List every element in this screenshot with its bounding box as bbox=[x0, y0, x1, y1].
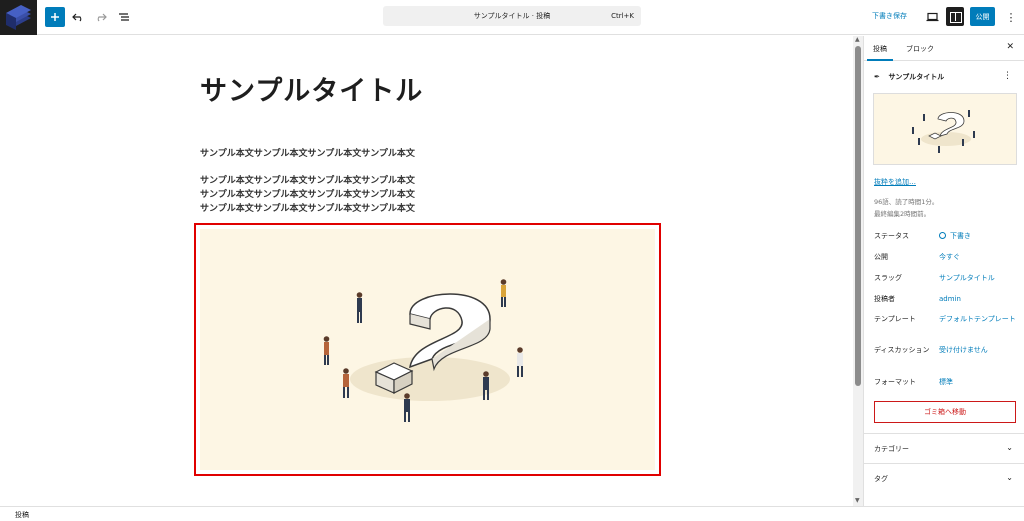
settings-sidebar-toggle[interactable] bbox=[946, 7, 964, 26]
breadcrumb-post[interactable]: 投稿 bbox=[15, 510, 29, 520]
tab-block[interactable]: ブロック bbox=[906, 44, 934, 54]
undo-button[interactable] bbox=[68, 7, 88, 27]
sidebar-tabs: 投稿 ブロック ✕ bbox=[864, 36, 1024, 61]
undo-icon bbox=[72, 13, 82, 22]
prop-label-status: ステータス bbox=[874, 232, 909, 240]
document-overview-button[interactable] bbox=[114, 7, 134, 27]
top-toolbar: サンプルタイトル · 投稿 Ctrl+K 下書き保存 公開 ⋮ bbox=[0, 0, 1024, 35]
post-summary-row: ✒ サンプルタイトル bbox=[874, 72, 944, 82]
redo-button[interactable] bbox=[91, 7, 111, 27]
paragraph-block[interactable]: サンプル本文サンプル本文サンプル本文サンプル本文 サンプル本文サンプル本文サンプ… bbox=[200, 174, 415, 216]
editor-scrollbar[interactable]: ▲ ▼ bbox=[853, 36, 863, 506]
plus-icon bbox=[51, 13, 59, 21]
discussion-value[interactable]: 受け付けません bbox=[939, 345, 988, 356]
chevron-down-icon: ⌄ bbox=[1006, 443, 1013, 452]
active-tab-indicator bbox=[867, 59, 893, 61]
status-text: 下書き bbox=[950, 232, 971, 240]
post-actions-icon[interactable]: ⋮ bbox=[1003, 71, 1012, 81]
move-to-trash-button[interactable]: ゴミ箱へ移動 bbox=[874, 401, 1016, 423]
slug-value[interactable]: サンプルタイトル bbox=[939, 273, 995, 284]
close-icon[interactable]: ✕ bbox=[1006, 42, 1014, 52]
prop-label-slug: スラッグ bbox=[874, 274, 902, 282]
prop-label-author: 投稿者 bbox=[874, 295, 895, 303]
word-count: 96語、読了時間1分。 bbox=[874, 198, 939, 206]
status-value[interactable]: 下書き bbox=[939, 231, 971, 242]
draft-status-icon bbox=[939, 232, 946, 239]
editor-canvas: サンプルタイトル サンプル本文サンプル本文サンプル本文サンプル本文 サンプル本文… bbox=[0, 36, 853, 506]
categories-panel[interactable]: カテゴリー ⌄ bbox=[864, 433, 1024, 463]
prop-label-format: フォーマット bbox=[874, 378, 916, 386]
redo-icon bbox=[97, 13, 107, 22]
paragraph-line: サンプル本文サンプル本文サンプル本文サンプル本文 bbox=[200, 176, 415, 186]
prop-label-template: テンプレート bbox=[874, 315, 916, 323]
post-summary-title: サンプルタイトル bbox=[888, 73, 945, 81]
post-title[interactable]: サンプルタイトル bbox=[200, 69, 423, 108]
options-menu-button[interactable]: ⋮ bbox=[1001, 7, 1021, 27]
tags-panel[interactable]: タグ ⌄ bbox=[864, 463, 1024, 493]
tab-post[interactable]: 投稿 bbox=[873, 44, 887, 54]
paragraph-line: サンプル本文サンプル本文サンプル本文サンプル本文 bbox=[200, 190, 415, 200]
categories-label: カテゴリー bbox=[874, 445, 909, 453]
scroll-thumb[interactable] bbox=[855, 46, 861, 386]
image-block[interactable] bbox=[194, 223, 661, 476]
command-shortcut: Ctrl+K bbox=[611, 12, 634, 20]
site-logo[interactable] bbox=[0, 0, 37, 35]
prop-label-discussion: ディスカッション bbox=[874, 346, 930, 354]
command-palette-bar[interactable]: サンプルタイトル · 投稿 Ctrl+K bbox=[383, 6, 641, 26]
command-title: サンプルタイトル · 投稿 bbox=[473, 12, 551, 20]
prop-label-publish: 公開 bbox=[874, 253, 888, 261]
paragraph-line: サンプル本文サンプル本文サンプル本文サンプル本文 bbox=[200, 204, 415, 214]
question-mark-illustration bbox=[200, 229, 655, 470]
settings-sidebar: 投稿 ブロック ✕ ✒ サンプルタイトル ⋮ 抜粋を追加… 96語、読了時間1分… bbox=[863, 36, 1024, 506]
book-stack-icon bbox=[6, 5, 31, 30]
add-excerpt-link[interactable]: 抜粋を追加… bbox=[874, 177, 916, 187]
template-value[interactable]: デフォルトテンプレート bbox=[939, 314, 1016, 325]
block-breadcrumb-bar: 投稿 bbox=[0, 506, 1024, 521]
post-icon: ✒ bbox=[874, 73, 880, 81]
desktop-preview-icon bbox=[926, 12, 938, 22]
scroll-up-icon[interactable]: ▲ bbox=[855, 37, 861, 43]
scroll-down-icon[interactable]: ▼ bbox=[855, 498, 861, 504]
tags-label: タグ bbox=[874, 475, 888, 483]
more-vertical-icon: ⋮ bbox=[1005, 10, 1017, 24]
publish-button[interactable]: 公開 bbox=[970, 7, 995, 26]
publish-date-value[interactable]: 今すぐ bbox=[939, 252, 960, 263]
preview-button[interactable] bbox=[922, 7, 942, 27]
last-edited: 最終編集2時間前。 bbox=[874, 210, 931, 218]
format-value[interactable]: 標準 bbox=[939, 377, 953, 388]
paragraph-block[interactable]: サンプル本文サンプル本文サンプル本文サンプル本文 bbox=[200, 147, 415, 161]
list-view-icon bbox=[119, 13, 129, 21]
author-value[interactable]: admin bbox=[939, 294, 961, 305]
save-draft-button[interactable]: 下書き保存 bbox=[872, 11, 907, 21]
add-block-button[interactable] bbox=[45, 7, 65, 27]
featured-image[interactable] bbox=[873, 93, 1017, 165]
chevron-down-icon: ⌄ bbox=[1006, 473, 1013, 482]
